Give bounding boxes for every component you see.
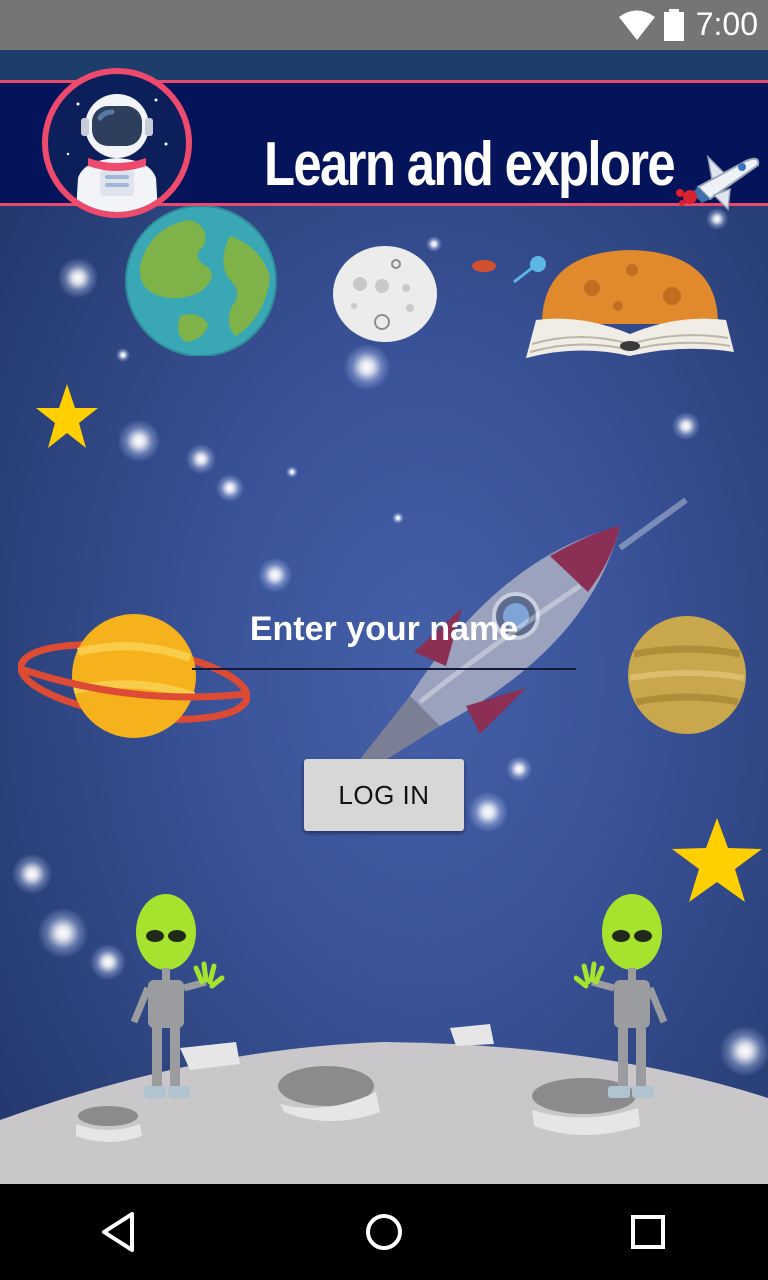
star-glow	[216, 474, 244, 502]
app-title: Learn and explore	[264, 130, 676, 199]
yellow-star-icon	[36, 384, 98, 448]
status-bar: 7:00	[0, 0, 768, 50]
app-screen: Learn and explore Enter your name LOG IN	[0, 50, 768, 1184]
navigation-bar	[0, 1184, 768, 1280]
book-planet-icon	[526, 250, 734, 358]
earth-planet-icon	[125, 206, 277, 356]
space-shuttle-icon	[676, 154, 760, 211]
star-glow	[12, 854, 52, 894]
name-input[interactable]	[192, 590, 576, 670]
login-button[interactable]: LOG IN	[304, 759, 464, 831]
star-glow	[286, 466, 298, 478]
moon-icon	[333, 246, 437, 342]
star-glow	[38, 908, 88, 958]
venus-planet-icon	[628, 616, 746, 734]
star-glow	[118, 420, 160, 462]
yellow-star-icon	[672, 818, 762, 902]
star-glow	[672, 412, 700, 440]
star-glow	[344, 344, 390, 390]
star-glow	[258, 558, 292, 592]
star-glow	[58, 258, 98, 298]
recents-square-icon[interactable]	[622, 1206, 674, 1258]
wifi-icon	[619, 10, 655, 40]
astronaut-icon	[42, 68, 192, 218]
alien-icon	[130, 894, 225, 1098]
battery-icon	[664, 9, 684, 41]
back-triangle-icon[interactable]	[94, 1206, 146, 1258]
star-glow	[90, 944, 126, 980]
status-time: 7:00	[695, 6, 758, 42]
star-glow	[468, 792, 508, 832]
alien-icon	[574, 894, 668, 1098]
home-circle-icon[interactable]	[358, 1206, 410, 1258]
star-glow	[186, 444, 216, 474]
